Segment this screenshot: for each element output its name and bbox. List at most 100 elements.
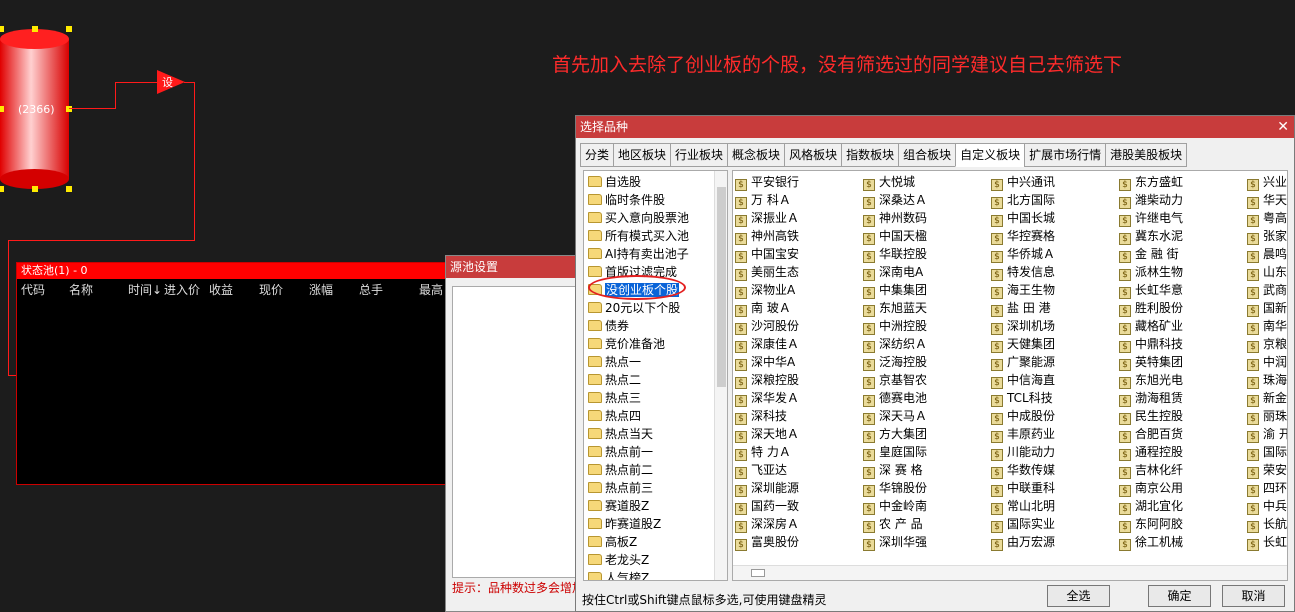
tab-item[interactable]: 指数板块 [841, 143, 900, 167]
stock-item[interactable]: $ 德赛电池 [863, 389, 927, 407]
stock-item[interactable]: $ 深深房Ａ [735, 515, 799, 533]
stock-item[interactable]: $ 深南电A [863, 263, 923, 281]
folder-item[interactable]: 昨赛道股Z [588, 515, 661, 533]
folder-item[interactable]: 老龙头Z [588, 551, 649, 569]
folder-item[interactable]: 20元以下个股 [588, 299, 680, 317]
folder-item[interactable]: 热点前一 [588, 443, 653, 461]
stock-item[interactable]: $ 华联控股 [863, 245, 927, 263]
stock-item[interactable]: $ 东旭蓝天 [863, 299, 927, 317]
stock-item[interactable]: $ 美丽生态 [735, 263, 799, 281]
folder-item[interactable]: 所有模式买入池 [588, 227, 689, 245]
stock-item[interactable]: $ 兴业 [1247, 173, 1287, 191]
stock-item[interactable]: $ 东旭光电 [1119, 371, 1183, 389]
column-header[interactable]: 代码 [21, 281, 45, 298]
stock-item[interactable]: $ 华锦股份 [863, 479, 927, 497]
folder-item[interactable]: 热点前三 [588, 479, 653, 497]
stock-item[interactable]: $ 常山北明 [991, 497, 1055, 515]
stock-item[interactable]: $ 中润 [1247, 353, 1287, 371]
stock-item[interactable]: $ 湖北宜化 [1119, 497, 1183, 515]
stock-item[interactable]: $ 许继电气 [1119, 209, 1183, 227]
tab-item[interactable]: 扩展市场行情 [1024, 143, 1107, 167]
stock-item[interactable]: $ 金 融 街 [1119, 245, 1179, 263]
stock-item[interactable]: $ 南 玻Ａ [735, 299, 791, 317]
stock-item[interactable]: $ 深振业Ａ [735, 209, 799, 227]
stock-item[interactable]: $ 中国宝安 [735, 245, 799, 263]
stock-item[interactable]: $ 国药一致 [735, 497, 799, 515]
stock-item[interactable]: $ 国际 [1247, 443, 1287, 461]
stock-item[interactable]: $ 冀东水泥 [1119, 227, 1183, 245]
stock-item[interactable]: $ 中联重科 [991, 479, 1055, 497]
stock-item[interactable]: $ 中兴通讯 [991, 173, 1055, 191]
stock-item[interactable]: $ 张家 [1247, 227, 1287, 245]
stock-item[interactable]: $ 盐 田 港 [991, 299, 1051, 317]
stock-item[interactable]: $ 中鼎科技 [1119, 335, 1183, 353]
stock-item[interactable]: $ TCL科技 [991, 389, 1053, 407]
stock-item[interactable]: $ 深物业A [735, 281, 795, 299]
stock-item[interactable]: $ 富奥股份 [735, 533, 799, 551]
source-pool-list[interactable] [452, 286, 580, 578]
stock-item[interactable]: $ 深圳机场 [991, 317, 1055, 335]
folder-item[interactable]: 债券 [588, 317, 629, 335]
stock-item[interactable]: $ 荣安 [1247, 461, 1287, 479]
stock-list[interactable]: $ 平安银行 $ 万 科Ａ $ 深振业Ａ $ 神州高铁 $ 中国宝安 $ 美丽生态 $ 深物业A $ 南 玻Ａ… [732, 170, 1288, 581]
stock-item[interactable]: $ 丰原药业 [991, 425, 1055, 443]
folder-item[interactable]: 热点前二 [588, 461, 653, 479]
resize-handle[interactable] [32, 186, 38, 192]
stock-item[interactable]: $ 农 产 品 [863, 515, 923, 533]
column-header[interactable]: 总手 [359, 281, 383, 298]
stock-item[interactable]: $ 神州数码 [863, 209, 927, 227]
stock-item[interactable]: $ 广聚能源 [991, 353, 1055, 371]
folder-item[interactable]: AI持有卖出池子 [588, 245, 689, 263]
folder-item[interactable]: 热点当天 [588, 425, 653, 443]
column-header[interactable]: 时间↓ [128, 281, 162, 298]
stock-item[interactable]: $ 华侨城Ａ [991, 245, 1055, 263]
stock-item[interactable]: $ 中兵 [1247, 497, 1287, 515]
horizontal-scrollbar[interactable] [733, 565, 1287, 580]
stock-item[interactable]: $ 方大集团 [863, 425, 927, 443]
stock-item[interactable]: $ 派林生物 [1119, 263, 1183, 281]
cancel-button[interactable]: 取消 [1222, 585, 1285, 607]
folder-item[interactable]: 赛道股Z [588, 497, 649, 515]
stock-item[interactable]: $ 深圳能源 [735, 479, 799, 497]
resize-handle[interactable] [0, 106, 4, 112]
stock-item[interactable]: $ 深天地Ａ [735, 425, 799, 443]
stock-item[interactable]: $ 飞亚达 [735, 461, 787, 479]
stock-item[interactable]: $ 中国长城 [991, 209, 1055, 227]
stock-item[interactable]: $ 山东 [1247, 263, 1287, 281]
folder-item[interactable]: 热点四 [588, 407, 641, 425]
folder-item[interactable]: 买入意向股票池 [588, 209, 689, 227]
folder-list[interactable]: 自选股 临时条件股 买入意向股票池 所有模式买入池 AI持有卖出池子 首版过滤完成 没创业板… [583, 170, 728, 581]
column-header[interactable]: 现价 [259, 281, 283, 298]
vertical-scrollbar[interactable] [714, 171, 727, 580]
stock-item[interactable]: $ 中集集团 [863, 281, 927, 299]
stock-item[interactable]: $ 中国天楹 [863, 227, 927, 245]
stock-item[interactable]: $ 中信海直 [991, 371, 1055, 389]
column-header[interactable]: 涨幅 [309, 281, 333, 298]
stock-item[interactable]: $ 北方国际 [991, 191, 1055, 209]
stock-item[interactable]: $ 深康佳Ａ [735, 335, 799, 353]
stock-item[interactable]: $ 深圳华强 [863, 533, 927, 551]
stock-item[interactable]: $ 徐工机械 [1119, 533, 1183, 551]
resize-handle[interactable] [66, 26, 72, 32]
resize-handle[interactable] [66, 186, 72, 192]
stock-item[interactable]: $ 珠海 [1247, 371, 1287, 389]
folder-item[interactable]: 人气榜Z [588, 569, 649, 580]
stock-item[interactable]: $ 沙河股份 [735, 317, 799, 335]
stock-item[interactable]: $ 华数传媒 [991, 461, 1055, 479]
stock-item[interactable]: $ 国新 [1247, 299, 1287, 317]
folder-item[interactable]: 临时条件股 [588, 191, 665, 209]
stock-item[interactable]: $ 粤高 [1247, 209, 1287, 227]
column-header[interactable]: 名称 [69, 281, 93, 298]
ok-button[interactable]: 确定 [1148, 585, 1211, 607]
stock-item[interactable]: $ 东阿阿胶 [1119, 515, 1183, 533]
scrollbar-thumb[interactable] [717, 187, 726, 387]
close-icon[interactable]: ✕ [1277, 116, 1289, 138]
resize-handle[interactable] [0, 186, 4, 192]
stock-item[interactable]: $ 潍柴动力 [1119, 191, 1183, 209]
stock-item[interactable]: $ 深华发Ａ [735, 389, 799, 407]
stock-item[interactable]: $ 东方盛虹 [1119, 173, 1183, 191]
select-all-button[interactable]: 全选 [1047, 585, 1110, 607]
stock-item[interactable]: $ 深天马Ａ [863, 407, 927, 425]
stock-item[interactable]: $ 国际实业 [991, 515, 1055, 533]
stock-item[interactable]: $ 丽珠 [1247, 407, 1287, 425]
